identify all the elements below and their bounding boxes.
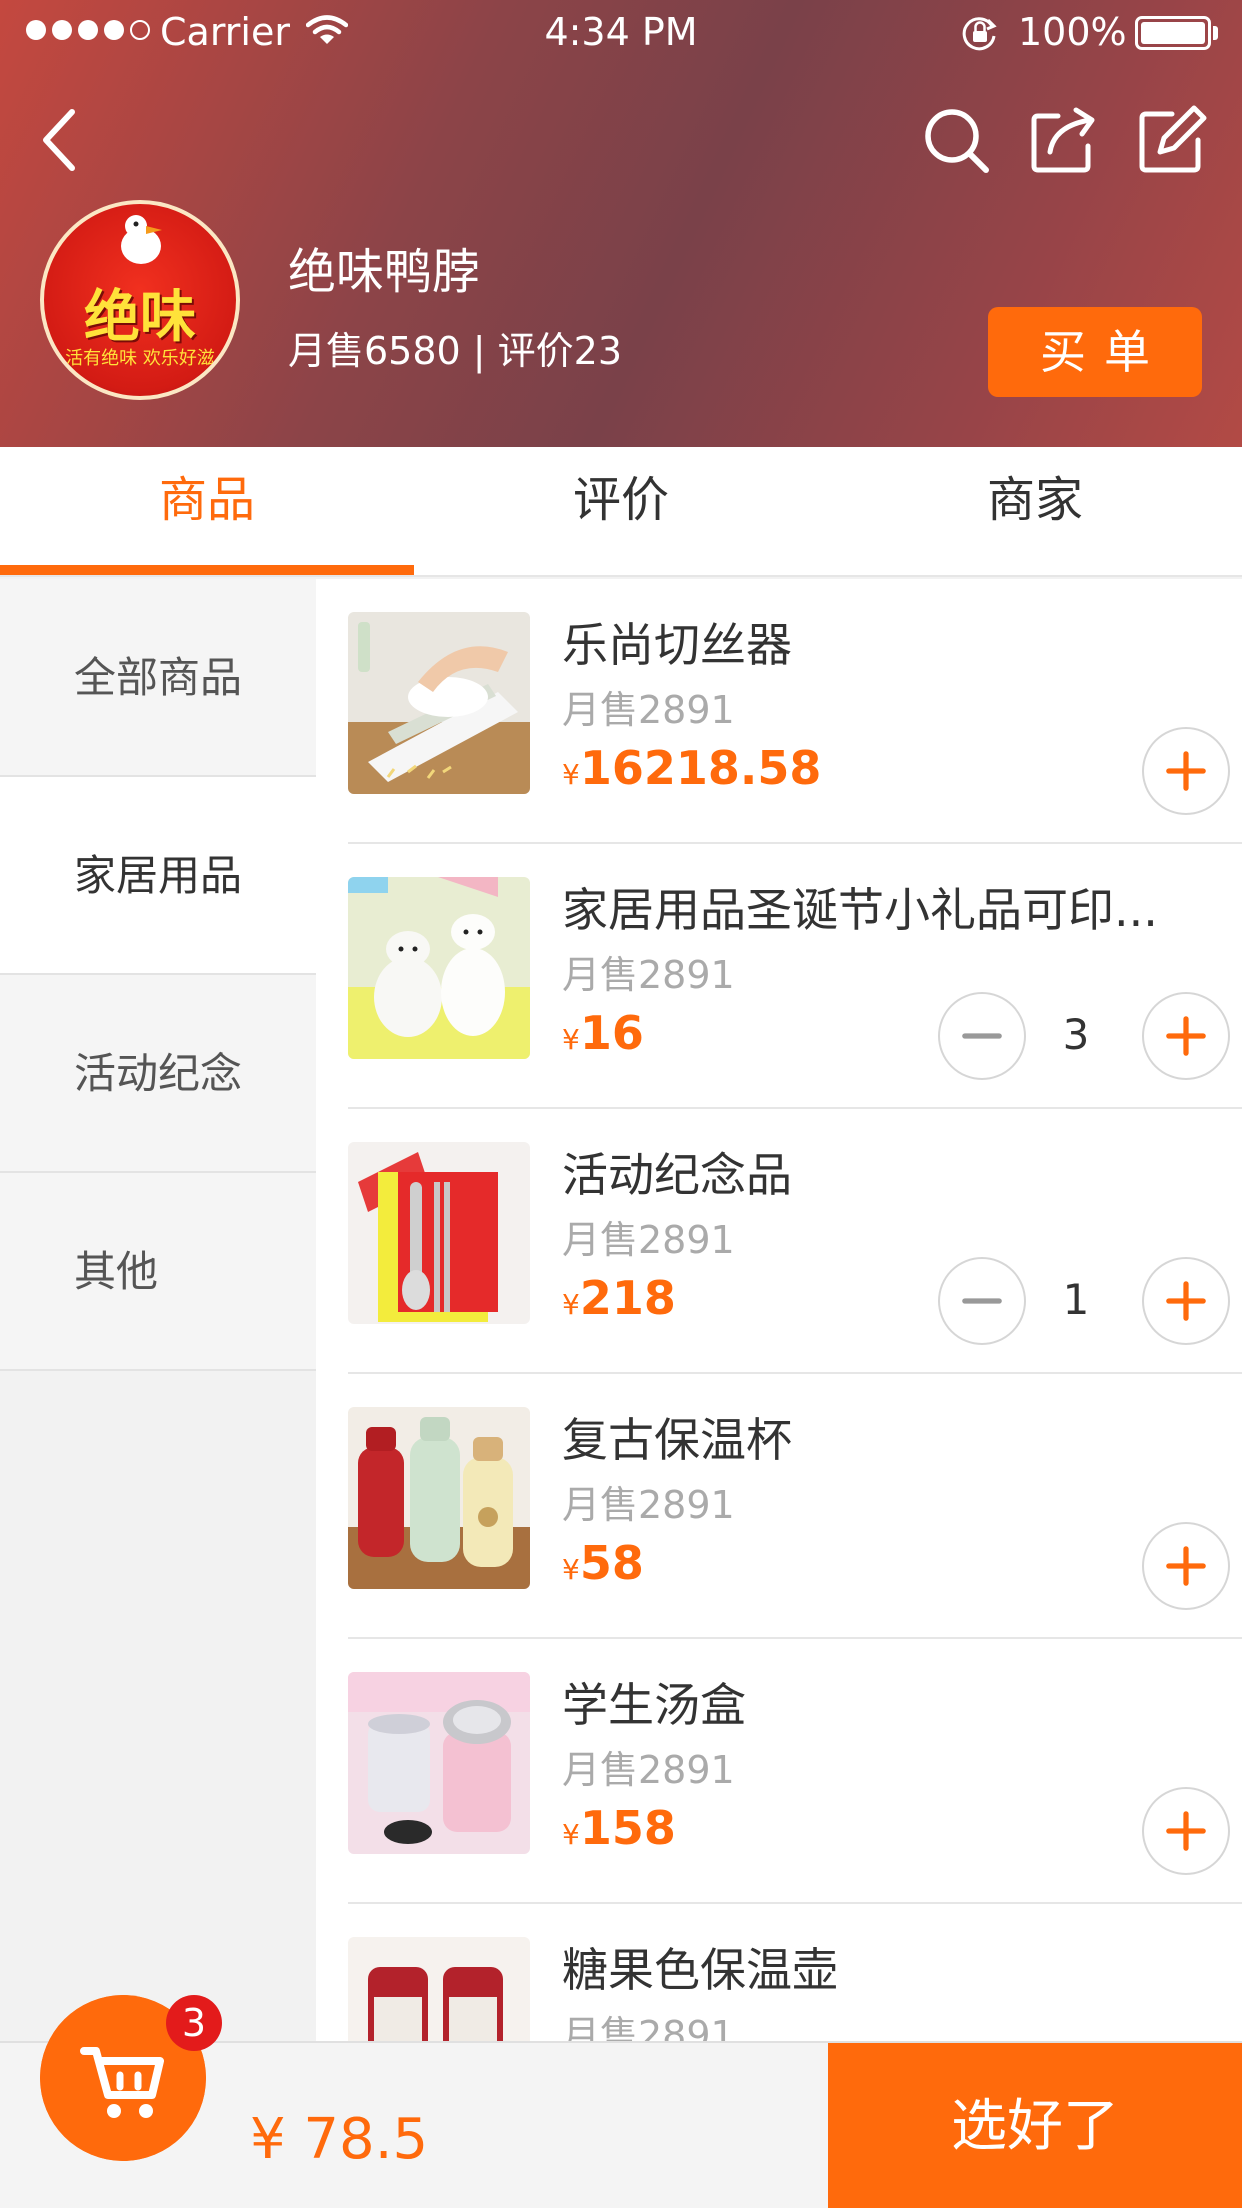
product-image-slicer (348, 612, 530, 794)
share-icon[interactable] (1024, 100, 1104, 180)
rotation-lock-icon (962, 17, 997, 51)
product-sales: 月售2891 (562, 1218, 735, 1262)
edit-icon[interactable] (1132, 100, 1212, 180)
product-name: 复古保温杯 (562, 1413, 792, 1467)
category-sidebar: 全部商品 家居用品 活动纪念 其他 (0, 579, 316, 2041)
product-item[interactable]: 活动纪念品 月售2891 ¥218 1 (348, 1109, 1242, 1374)
category-item-all[interactable]: 全部商品 (0, 579, 316, 777)
tab-bar: 商品 评价 商家 (0, 447, 1242, 577)
product-name: 活动纪念品 (562, 1148, 792, 1202)
add-to-cart-icon[interactable] (1142, 992, 1230, 1080)
product-item[interactable]: 家居用品圣诞节小礼品可印... 月售2891 ¥16 3 (348, 844, 1242, 1109)
tab-merchant[interactable]: 商家 (828, 447, 1242, 577)
product-sales: 月售2891 (562, 1748, 735, 1792)
shop-header: Carrier 4:34 PM 100% 绝味 活有绝味 欢乐好滋 绝味鸭脖 月… (0, 0, 1242, 447)
shop-stats: 月售6580 | 评价23 (288, 329, 623, 373)
add-to-cart-icon[interactable] (1142, 1522, 1230, 1610)
product-item[interactable]: 复古保温杯 月售2891 ¥58 (348, 1374, 1242, 1639)
product-name: 学生汤盒 (562, 1678, 746, 1732)
product-sales: 月售2891 (562, 2013, 735, 2041)
product-list: 乐尚切丝器 月售2891 ¥16218.58 家居用品圣诞节小礼品可印... 月… (316, 579, 1242, 2041)
product-image-figurines (348, 877, 530, 1059)
product-price: ¥158 (562, 1801, 676, 1855)
product-price: ¥16218.58 (562, 741, 822, 795)
remove-from-cart-icon[interactable] (938, 992, 1026, 1080)
cart-total: ¥ 78.5 (250, 2107, 429, 2172)
product-name: 糖果色保温壶 (562, 1943, 838, 1997)
product-price: ¥16 (562, 1006, 644, 1060)
quantity-value: 3 (1062, 1010, 1090, 1059)
product-sales: 月售2891 (562, 1483, 735, 1527)
category-item-home[interactable]: 家居用品 (0, 777, 316, 975)
product-price: ¥58 (562, 1536, 644, 1590)
product-name: 家居用品圣诞节小礼品可印... (562, 883, 1158, 937)
product-item[interactable]: 糖果色保温壶 月售2891 (348, 1904, 1242, 2041)
product-name: 乐尚切丝器 (562, 618, 792, 672)
battery-icon (1135, 16, 1211, 50)
product-sales: 月售2891 (562, 688, 735, 732)
product-image-thermos-cups (348, 1407, 530, 1589)
cart-count-badge: 3 (166, 1995, 222, 2051)
product-item[interactable]: 学生汤盒 月售2891 ¥158 (348, 1639, 1242, 1904)
tab-products[interactable]: 商品 (0, 447, 414, 577)
product-image-lunch-boxes (348, 1672, 530, 1854)
tab-reviews[interactable]: 评价 (414, 447, 828, 577)
back-icon[interactable] (30, 100, 110, 180)
remove-from-cart-icon[interactable] (938, 1257, 1026, 1345)
add-to-cart-icon[interactable] (1142, 1787, 1230, 1875)
product-item[interactable]: 乐尚切丝器 月售2891 ¥16218.58 (348, 579, 1242, 844)
product-price: ¥218 (562, 1271, 676, 1325)
category-item-other[interactable]: 其他 (0, 1173, 316, 1371)
status-bar: Carrier 4:34 PM 100% (0, 0, 1242, 64)
category-item-event[interactable]: 活动纪念 (0, 975, 316, 1173)
product-image-cutlery-set (348, 1142, 530, 1324)
battery-cap (1213, 26, 1218, 40)
tab-active-indicator (0, 565, 414, 575)
battery-percentage: 100% (1018, 10, 1127, 54)
product-sales: 月售2891 (562, 953, 735, 997)
quantity-value: 1 (1062, 1275, 1090, 1324)
add-to-cart-icon[interactable] (1142, 727, 1230, 815)
add-to-cart-icon[interactable] (1142, 1257, 1230, 1345)
search-icon[interactable] (916, 100, 996, 180)
checkout-button[interactable]: 选好了 (828, 2043, 1242, 2208)
product-image-kettles (348, 1937, 530, 2041)
pay-bill-button[interactable]: 买单 (988, 307, 1202, 397)
duck-mascot-icon (121, 215, 162, 264)
shop-logo: 绝味 活有绝味 欢乐好滋 (40, 200, 240, 400)
shop-name: 绝味鸭脖 (288, 244, 481, 300)
